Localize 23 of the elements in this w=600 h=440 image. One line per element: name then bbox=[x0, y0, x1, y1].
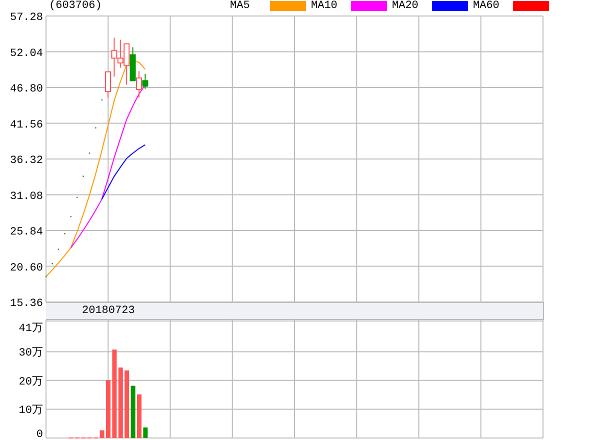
volume-bar bbox=[106, 380, 110, 438]
stock-code: (603706) bbox=[49, 0, 103, 12]
axis-label: 31.08 bbox=[10, 190, 43, 203]
axis-label: 20.60 bbox=[10, 262, 43, 274]
volume-bar bbox=[137, 394, 142, 438]
axis-label: 41.56 bbox=[10, 119, 43, 132]
axis-label: 30万 bbox=[18, 348, 43, 360]
volume-bar bbox=[143, 427, 148, 438]
legend-label: MA10 bbox=[311, 0, 338, 12]
axis-label: 36.32 bbox=[10, 155, 43, 167]
axis-label: 0 bbox=[36, 429, 43, 440]
date-label: 20180723 bbox=[82, 304, 135, 319]
axis-label: 10万 bbox=[18, 405, 43, 418]
legend-label: MA60 bbox=[473, 0, 500, 12]
legend-label: MA20 bbox=[392, 0, 420, 12]
legend-label: MA5 bbox=[230, 0, 251, 12]
axis-label: 41万 bbox=[18, 323, 43, 335]
axis-label: 57.28 bbox=[10, 12, 43, 24]
axis-label: 15.36 bbox=[10, 298, 43, 310]
axis-label: 20万 bbox=[18, 376, 43, 388]
axis-label: 25.84 bbox=[10, 226, 43, 238]
axis-label: 46.80 bbox=[10, 84, 43, 96]
axis-label: 52.04 bbox=[10, 48, 43, 60]
